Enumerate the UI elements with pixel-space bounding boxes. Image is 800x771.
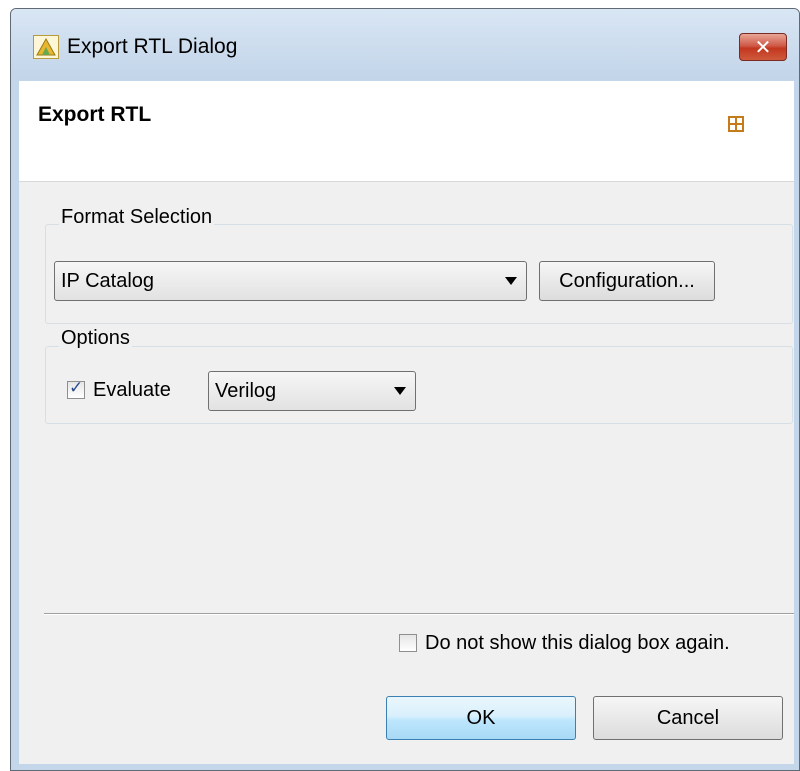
- close-button[interactable]: ✕: [739, 33, 787, 61]
- options-label: Options: [59, 327, 132, 350]
- checkmark-icon: ✓: [69, 378, 84, 397]
- language-select[interactable]: Verilog: [208, 371, 416, 411]
- page-title: Export RTL: [38, 103, 152, 126]
- format-select-value: IP Catalog: [61, 269, 155, 292]
- cancel-button[interactable]: Cancel: [593, 696, 783, 740]
- dialog-header: Export RTL: [19, 81, 794, 181]
- close-icon: ✕: [754, 36, 772, 59]
- dialog-content: Export RTL Format Selection IP Catalog C…: [19, 81, 794, 764]
- header-divider: [19, 181, 794, 182]
- ok-button[interactable]: OK: [386, 696, 576, 740]
- configuration-button-label: Configuration...: [559, 269, 695, 292]
- chevron-down-icon: [505, 277, 517, 285]
- ok-button-label: OK: [466, 706, 496, 729]
- evaluate-checkbox[interactable]: ✓: [67, 378, 85, 399]
- dont-show-again-label: Do not show this dialog box again.: [425, 632, 730, 654]
- vivado-hls-icon: [33, 35, 59, 59]
- format-selection-label: Format Selection: [59, 206, 215, 229]
- language-select-value: Verilog: [215, 379, 277, 402]
- grid-icon: [727, 115, 745, 133]
- cancel-button-label: Cancel: [656, 706, 720, 729]
- format-select[interactable]: IP Catalog: [54, 261, 527, 301]
- window-title: Export RTL Dialog: [67, 35, 238, 58]
- export-rtl-dialog-window: Export RTL Dialog ✕ Export RTL Format Se…: [10, 8, 800, 771]
- chevron-down-icon: [394, 387, 406, 395]
- title-bar[interactable]: Export RTL Dialog ✕: [11, 9, 799, 79]
- evaluate-label: Evaluate: [93, 379, 171, 401]
- footer-divider-highlight: [44, 614, 794, 615]
- dont-show-again-checkbox[interactable]: [399, 634, 417, 652]
- configuration-button[interactable]: Configuration...: [539, 261, 715, 301]
